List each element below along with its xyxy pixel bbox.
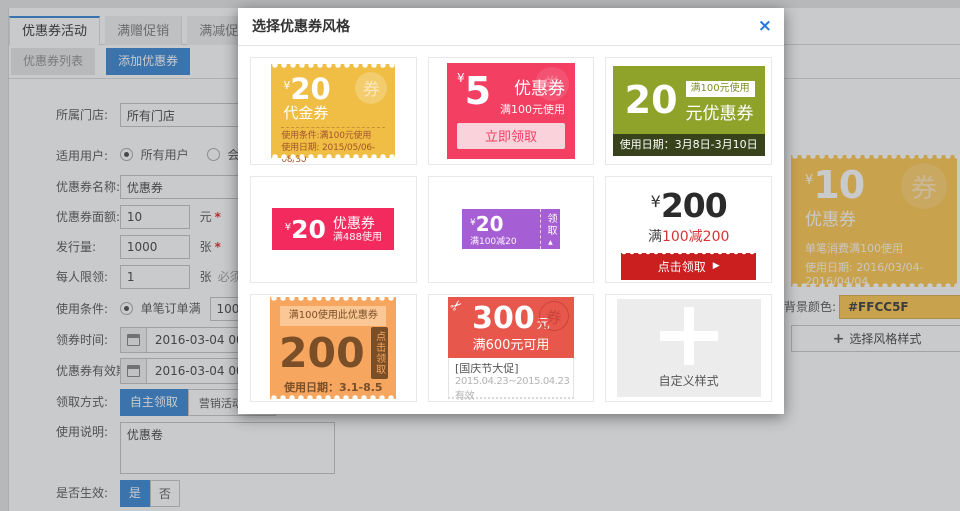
- coupon-condition-header: 满100使用此优惠券: [280, 306, 386, 326]
- coupon-amount: 200: [279, 331, 365, 375]
- coupon-green: 20 满100元使用 元优惠券 使用日期：3月8日-3月10日: [613, 66, 765, 156]
- arrow-right-icon: ▶: [713, 261, 720, 271]
- perforation-top: [271, 62, 395, 68]
- coupon-purple: ¥20 满100减20 领取 ▲: [462, 209, 560, 249]
- coupon-style-white-200[interactable]: ¥200 满100减200 点击领取 ▶: [605, 176, 772, 284]
- page-background: 优惠券活动 满赠促销 满减促销 抽奖活动 优惠券列表 添加优惠券 所属门店: 适…: [0, 0, 960, 511]
- coupon-condition: 使用条件:满100元使用: [271, 130, 395, 142]
- coupon-yellow: 券 ¥20 代金券 使用条件:满100元使用 使用日期: 2015/05/06-…: [271, 64, 395, 158]
- coupon-white-200: ¥200 满100减200 点击领取 ▶: [606, 177, 771, 283]
- coupon-style-orange[interactable]: 满100使用此优惠券 200 点击领取 使用日期：3.1-8.5: [250, 294, 417, 402]
- coupon-stamp-icon: 券: [535, 67, 569, 101]
- coupon-amount: 200: [661, 186, 727, 225]
- coupon-amount-group: ¥20: [470, 212, 540, 236]
- coupon-style-small-red[interactable]: ¥20 优惠券 满488使用: [250, 176, 417, 284]
- coupon-amount-group: ¥5: [457, 71, 491, 111]
- coupon-date: 使用日期：3.1-8.5: [270, 379, 396, 395]
- coupon-condition: 满100元使用: [500, 101, 565, 117]
- coupon-amount: 20: [290, 72, 330, 106]
- arrow-up-icon: ▲: [548, 239, 553, 246]
- coupon-condition-badge: 满100元使用: [686, 81, 755, 97]
- coupon-amount: 300: [472, 301, 535, 336]
- coupon-style-modal: 选择优惠券风格 × 券 ¥20 代金券 使用条件:满100元使用 使用日期: 2…: [238, 8, 784, 414]
- perforation-bottom: [271, 154, 395, 160]
- coupon-small-red: ¥20 优惠券 满488使用: [272, 208, 394, 250]
- coupon-title: 元优惠券: [686, 99, 755, 124]
- coupon-amount: 20: [476, 212, 504, 236]
- plus-icon: [660, 307, 718, 365]
- coupon-stamp-icon: 券: [355, 72, 387, 104]
- claim-label: 领取: [543, 213, 558, 237]
- perforation-top: [270, 295, 396, 301]
- custom-style-box: 自定义样式: [617, 299, 761, 397]
- coupon-amount-group: ¥200: [651, 186, 727, 225]
- coupon-style-yellow[interactable]: 券 ¥20 代金券 使用条件:满100元使用 使用日期: 2015/05/06-…: [250, 57, 417, 165]
- coupon-condition: 满600元可用: [448, 334, 574, 353]
- coupon-amount: 5: [465, 69, 491, 113]
- coupon-title: 代金券: [271, 102, 395, 123]
- coupon-promo-title: [国庆节大促]: [455, 361, 567, 376]
- click-claim-button[interactable]: 点击领取: [371, 327, 388, 379]
- coupon-style-grid: 券 ¥20 代金券 使用条件:满100元使用 使用日期: 2015/05/06-…: [250, 57, 772, 402]
- click-claim-button[interactable]: 点击领取 ▶: [621, 253, 756, 280]
- coupon-amount: 20: [291, 215, 326, 244]
- coupon-orange: 满100使用此优惠券 200 点击领取 使用日期：3.1-8.5: [270, 297, 396, 399]
- coupon-style-custom[interactable]: 自定义样式: [605, 294, 772, 402]
- coupon-amount: 20: [625, 81, 678, 119]
- coupon-date-band: 使用日期：3月8日-3月10日: [613, 134, 765, 156]
- coupon-amount-group: ¥20: [285, 215, 326, 244]
- coupon-red-300: ✂ 券 300元 满600元可用 [国庆节大促] 2015.04.23~2015…: [448, 297, 574, 399]
- coupon-style-red-300[interactable]: ✂ 券 300元 满600元可用 [国庆节大促] 2015.04.23~2015…: [428, 294, 595, 402]
- claim-now-button[interactable]: 立即领取: [457, 123, 565, 149]
- coupon-pink: 券 ¥5 优惠券 满100元使用 立即领取: [447, 63, 575, 159]
- custom-style-label: 自定义样式: [617, 372, 761, 389]
- perforation-bottom: [270, 395, 396, 401]
- coupon-style-pink[interactable]: 券 ¥5 优惠券 满100元使用 立即领取: [428, 57, 595, 165]
- coupon-date: 2015.04.23~2015.04.23有效: [455, 376, 567, 402]
- dashed-separator: [281, 127, 385, 128]
- coupon-style-green[interactable]: 20 满100元使用 元优惠券 使用日期：3月8日-3月10日: [605, 57, 772, 165]
- claim-button[interactable]: 领取 ▲: [540, 209, 560, 249]
- currency-symbol: ¥: [457, 71, 465, 85]
- coupon-condition: 满100减200: [648, 226, 729, 246]
- currency-symbol: ¥: [651, 192, 661, 211]
- modal-title: 选择优惠券风格: [238, 8, 784, 46]
- coupon-title: 优惠券: [333, 216, 382, 232]
- claim-label: 点击领取: [658, 258, 706, 275]
- close-icon[interactable]: ×: [758, 8, 772, 46]
- coupon-style-purple[interactable]: ¥20 满100减20 领取 ▲: [428, 176, 595, 284]
- coupon-condition: 满488使用: [333, 232, 382, 243]
- perforation-top: [621, 251, 756, 256]
- coupon-condition: 满100减20: [470, 234, 540, 247]
